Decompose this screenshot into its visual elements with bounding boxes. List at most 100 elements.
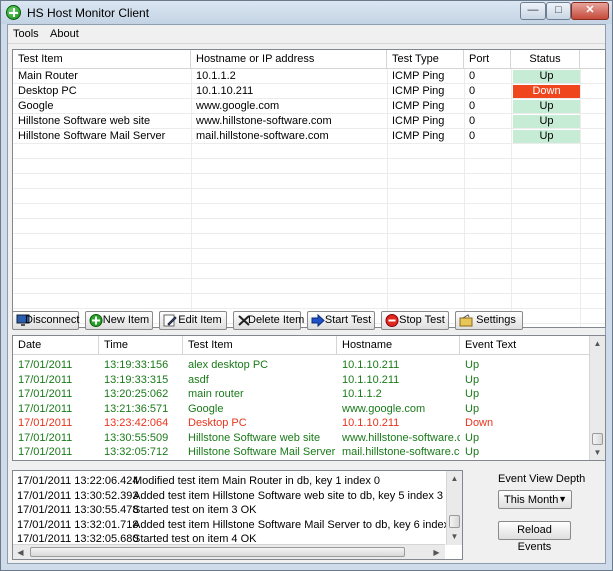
log-scroll-up-icon[interactable]: ▲ — [447, 471, 462, 486]
log-scroll-right-icon[interactable]: ▶ — [429, 545, 444, 559]
event-hostname: 10.1.10.211 — [342, 373, 400, 386]
host-item: Desktop PC — [18, 85, 77, 97]
host-item: Main Router — [18, 70, 78, 82]
settings-button[interactable]: Settings — [455, 311, 523, 330]
menu-tools[interactable]: Tools — [13, 28, 39, 40]
host-row[interactable]: Hillstone Software Mail Server mail.hills… — [13, 129, 605, 144]
edit-item-label: Edit Item — [178, 314, 222, 326]
event-row[interactable]: 17/01/2011 13:23:42:064 Desktop PC 10.1.10.… — [13, 416, 590, 430]
disconnect-button[interactable]: Disconnect — [12, 311, 79, 330]
column-header-port[interactable]: Port — [464, 50, 511, 69]
chevron-down-icon: ▼ — [558, 494, 567, 504]
log-horizontal-scrollbar[interactable]: ◀ ▶ — [13, 544, 445, 559]
log-scroll-left-icon[interactable]: ◀ — [13, 545, 28, 559]
event-time: 13:23:42:064 — [104, 417, 169, 429]
scroll-down-icon[interactable]: ▼ — [590, 445, 605, 460]
event-hostname: www.hillstone-software.com — [342, 431, 460, 444]
grid-line — [13, 308, 605, 309]
event-row[interactable]: 17/01/2011 13:19:33:156 alex desktop PC 10.… — [13, 358, 590, 372]
event-row[interactable]: 17/01/2011 13:19:33:315 asdf 10.1.10.211 Up — [13, 373, 590, 387]
host-test-type: ICMP Ping — [392, 70, 445, 82]
event-row[interactable]: 17/01/2011 13:21:36:571 Google www.google.c… — [13, 402, 590, 416]
host-row[interactable]: Google www.google.com ICMP Ping 0 Up — [13, 99, 605, 114]
event-hostname: 10.1.1.2 — [342, 388, 382, 400]
log-scroll-thumb[interactable] — [449, 515, 460, 528]
event-test-item: Hillstone Software web site — [188, 431, 321, 444]
scroll-up-icon[interactable]: ▲ — [590, 336, 605, 351]
client-area: Tools About Test Item Hostname or IP add… — [7, 24, 606, 564]
log-message: Started test on item 3 OK — [133, 504, 257, 516]
title-bar[interactable]: HS Host Monitor Client — □ ✕ — [1, 1, 612, 24]
app-window: HS Host Monitor Client — □ ✕ Tools About… — [0, 0, 613, 571]
column-header-hostname[interactable]: Hostname or IP address — [191, 50, 387, 69]
event-test-item: Google — [188, 402, 224, 415]
log-timestamp: 17/01/2011 13:22:06.424 — [17, 475, 139, 487]
host-list-header: Test Item Hostname or IP address Test Ty… — [13, 50, 605, 69]
event-date: 17/01/2011 — [18, 388, 73, 400]
event-test-item: main router — [188, 388, 244, 400]
toolbar: Disconnect New Item Edit Item Delete Ite… — [8, 311, 605, 333]
start-test-button[interactable]: Start Test — [307, 311, 375, 330]
event-date: 17/01/2011 — [18, 402, 73, 415]
event-date: 17/01/2011 — [18, 373, 73, 386]
log-scroll-down-icon[interactable]: ▼ — [447, 529, 462, 544]
event-row[interactable]: 17/01/2011 13:20:25:062 main router 10.1.1.… — [13, 387, 590, 401]
grid-line — [13, 263, 605, 264]
column-header-time[interactable]: Time — [99, 336, 183, 355]
event-text: Up — [465, 373, 480, 386]
host-address: mail.hillstone-software.com — [196, 130, 329, 142]
delete-item-button[interactable]: Delete Item — [233, 311, 304, 330]
minimize-button[interactable]: — — [520, 2, 546, 20]
event-hostname: 10.1.10.211 — [342, 359, 400, 371]
reload-events-button[interactable]: Reload Events — [498, 521, 571, 553]
grid-line — [13, 278, 605, 279]
log-entry: 17/01/2011 13:30:52.393Added test item H… — [17, 489, 443, 503]
grid-line — [13, 203, 605, 204]
host-port: 0 — [469, 85, 476, 97]
column-header-test-type[interactable]: Test Type — [387, 50, 464, 69]
event-test-item: alex desktop PC — [188, 359, 269, 371]
scroll-thumb[interactable] — [592, 433, 603, 445]
column-header-date[interactable]: Date — [13, 336, 99, 355]
host-row[interactable]: Main Router 10.1.1.2 ICMP Ping 0 Up — [13, 69, 605, 84]
event-text: Up — [465, 431, 480, 444]
event-row[interactable]: 17/01/2011 13:30:55:509 Hillstone Software… — [13, 431, 590, 445]
host-test-type: ICMP Ping — [392, 130, 445, 142]
log-timestamp: 17/01/2011 13:30:52.393 — [17, 489, 139, 502]
event-test-item: asdf — [188, 373, 209, 386]
host-row[interactable]: Hillstone Software web site www.hillstone… — [13, 114, 605, 129]
event-text: Up — [465, 446, 480, 458]
new-item-label: New Item — [102, 314, 150, 326]
status-badge: Up — [513, 70, 580, 83]
event-time: 13:19:33:156 — [104, 359, 169, 371]
event-list-scrollbar[interactable]: ▲ ▼ — [589, 336, 605, 460]
host-list[interactable]: Test Item Hostname or IP address Test Ty… — [12, 49, 606, 328]
maximize-button[interactable]: □ — [546, 2, 571, 20]
event-row[interactable]: 17/01/2011 13:32:05:712 Hillstone Software… — [13, 445, 590, 459]
column-header-event-text[interactable]: Event Text — [460, 336, 590, 355]
log-message: Added test item Hillstone Software web s… — [133, 489, 443, 502]
log-vertical-scrollbar[interactable]: ▲ ▼ — [446, 471, 462, 545]
event-list[interactable]: Date Time Test Item Hostname Event Text … — [12, 335, 606, 461]
log-hscroll-thumb[interactable] — [30, 547, 405, 557]
close-button[interactable]: ✕ — [571, 2, 609, 20]
edit-item-button[interactable]: Edit Item — [159, 311, 227, 330]
window-title: HS Host Monitor Client — [27, 6, 150, 20]
event-view-depth-select[interactable]: This Month ▼ — [498, 490, 572, 509]
event-date: 17/01/2011 — [18, 417, 73, 429]
event-list-header: Date Time Test Item Hostname Event Text — [13, 336, 590, 355]
grid-line — [13, 218, 605, 219]
column-header-test-item[interactable]: Test Item — [13, 50, 191, 69]
column-header-event-test-item[interactable]: Test Item — [183, 336, 337, 355]
grid-line — [13, 188, 605, 189]
new-item-button[interactable]: New Item — [85, 311, 153, 330]
activity-log[interactable]: 17/01/2011 13:22:06.424Modified test ite… — [12, 470, 463, 560]
event-hostname: 10.1.10.211 — [342, 417, 400, 429]
column-header-event-hostname[interactable]: Hostname — [337, 336, 460, 355]
maximize-icon: □ — [555, 4, 562, 16]
stop-test-button[interactable]: Stop Test — [381, 311, 449, 330]
column-header-status[interactable]: Status — [511, 50, 580, 69]
event-time: 13:19:33:315 — [104, 373, 169, 386]
host-row[interactable]: Desktop PC 10.1.10.211 ICMP Ping 0 Down — [13, 84, 605, 99]
menu-about[interactable]: About — [50, 28, 79, 40]
